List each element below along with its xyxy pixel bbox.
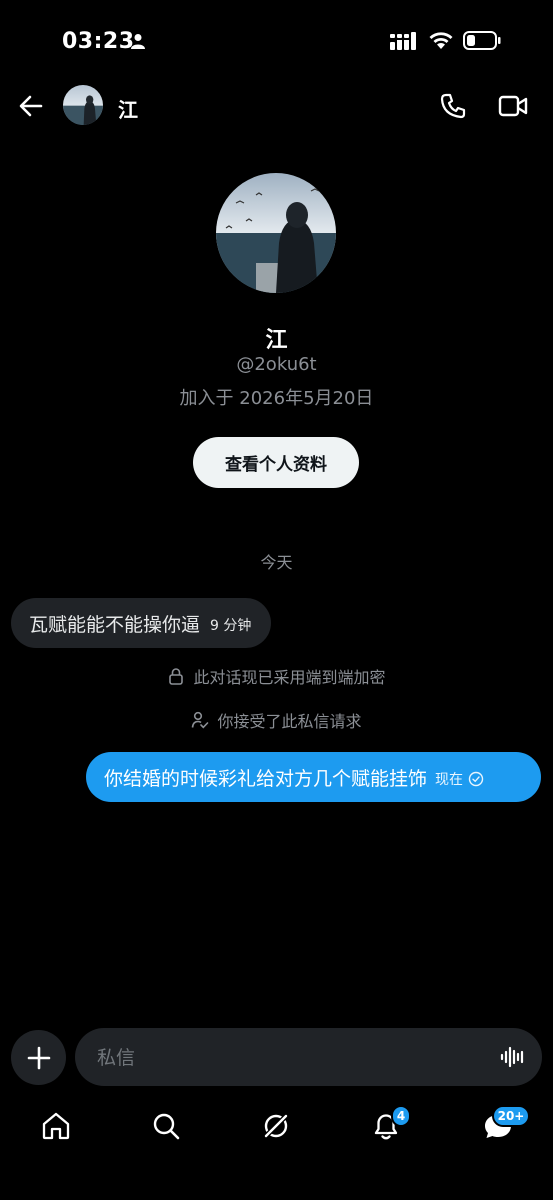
message-composer xyxy=(75,1028,542,1088)
phone-call-icon[interactable] xyxy=(439,92,467,120)
lock-icon xyxy=(169,668,184,685)
encryption-notice-text: 此对话现已采用端到端加密 xyxy=(193,668,386,687)
header-contact-name[interactable]: 江 xyxy=(118,94,138,123)
notifications-badge: 4 xyxy=(391,1105,411,1127)
voice-message-icon[interactable] xyxy=(500,1045,526,1069)
home-icon[interactable] xyxy=(40,1110,72,1142)
add-attachment-button[interactable] xyxy=(11,1030,66,1085)
outgoing-message-bubble[interactable]: 你结婚的时候彩礼给对方几个赋能挂饰 现在 xyxy=(86,752,541,802)
battery-icon xyxy=(463,31,501,50)
user-check-icon xyxy=(192,711,209,729)
encryption-notice: 此对话现已采用端到端加密 xyxy=(0,664,553,688)
message-input[interactable] xyxy=(95,1028,489,1088)
grok-icon[interactable] xyxy=(260,1110,292,1142)
message-text: 瓦赋能能不能操你逼 xyxy=(29,613,201,636)
profile-handle: @2oku6t xyxy=(236,354,317,375)
messages-tab[interactable]: 20+ xyxy=(482,1105,530,1142)
profile-avatar[interactable] xyxy=(216,173,336,293)
view-profile-button[interactable]: 查看个人资料 xyxy=(193,437,359,488)
header-avatar[interactable] xyxy=(63,85,103,125)
signal-icon xyxy=(390,32,416,50)
notifications-tab[interactable]: 4 xyxy=(370,1105,411,1142)
message-time: 现在 xyxy=(435,772,464,788)
request-accepted-notice: 你接受了此私信请求 xyxy=(0,708,553,732)
status-time: 03:23 xyxy=(62,29,135,54)
person-icon xyxy=(131,34,145,49)
date-separator: 今天 xyxy=(260,553,293,572)
profile-name: 江 xyxy=(265,328,288,353)
messages-badge: 20+ xyxy=(492,1105,530,1127)
plus-icon xyxy=(27,1046,50,1069)
request-accepted-text: 你接受了此私信请求 xyxy=(217,712,362,731)
video-call-icon[interactable] xyxy=(498,94,528,118)
message-text: 你结婚的时候彩礼给对方几个赋能挂饰 xyxy=(104,767,428,790)
message-time: 9 分钟 xyxy=(210,618,252,634)
wifi-icon xyxy=(429,32,453,49)
incoming-message-bubble[interactable]: 瓦赋能能不能操你逼 9 分钟 xyxy=(11,598,272,648)
search-icon[interactable] xyxy=(150,1110,182,1142)
sent-check-icon xyxy=(468,771,484,787)
profile-joined-date: 加入于 2026年5月20日 xyxy=(179,388,374,409)
back-arrow-icon[interactable] xyxy=(17,92,45,120)
